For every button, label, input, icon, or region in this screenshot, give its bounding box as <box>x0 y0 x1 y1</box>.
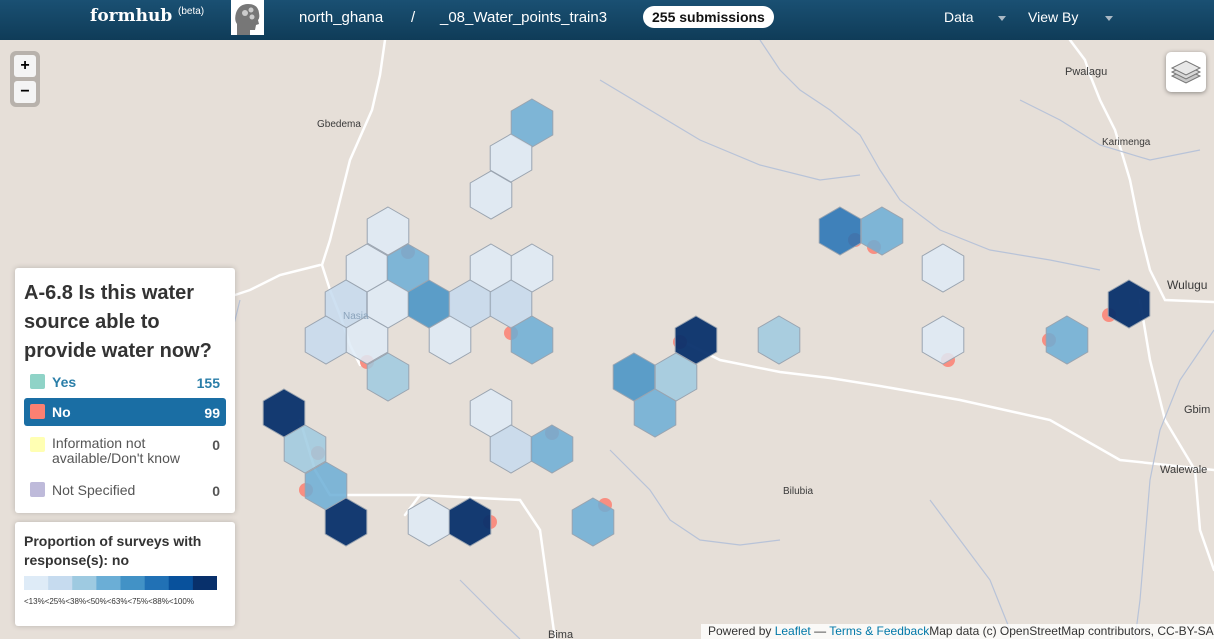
scale-label: <100% <box>168 597 194 606</box>
scale-label: <38% <box>65 597 87 606</box>
place-label: Pwalagu <box>1065 66 1108 78</box>
proportion-legend-title: Proportion of surveys with response(s): … <box>24 533 202 568</box>
chevron-down-icon <box>998 16 1006 21</box>
place-label: Karimenga <box>1102 137 1151 148</box>
legend-item-label: Not Specified <box>52 482 136 498</box>
proportion-color-bar <box>24 576 217 590</box>
beta-tag: (beta) <box>178 6 205 17</box>
attribution-text: Powered by <box>708 624 775 638</box>
legend-item-not-specified[interactable]: Not Specified 0 <box>24 480 226 500</box>
place-label: Bima <box>548 629 574 639</box>
attribution-dash: — <box>810 624 830 638</box>
zoom-out-button[interactable]: − <box>14 81 36 103</box>
place-label: Gbim <box>1184 404 1211 416</box>
legend-question-title: A-6.8 Is this water source able to provi… <box>24 282 212 362</box>
place-label: Nasia <box>343 311 369 322</box>
layers-button[interactable] <box>1166 52 1206 92</box>
legend-item-label: Information not available/Don't know <box>52 435 180 466</box>
scale-swatch <box>24 576 49 590</box>
legend-swatch <box>30 404 45 419</box>
place-label: Gbedema <box>317 119 361 130</box>
legend-item-count: 0 <box>212 483 220 499</box>
legend-item-label: No <box>52 404 71 420</box>
scale-swatch <box>168 576 194 590</box>
scale-label: <63% <box>106 597 128 606</box>
legend-item-count: 155 <box>196 375 220 391</box>
scale-swatch <box>120 576 145 590</box>
avatar-head-icon <box>231 0 264 35</box>
legend-item-count: 0 <box>212 437 220 453</box>
scale-swatch <box>96 576 121 590</box>
layers-icon <box>1170 60 1202 84</box>
map-attribution: Powered by Leaflet — Terms & FeedbackMap… <box>701 624 1214 639</box>
legend-swatch <box>30 482 45 497</box>
legend-swatch <box>30 437 45 452</box>
scale-swatch <box>72 576 97 590</box>
legend-item-unknown[interactable]: Information not available/Don't know 0 <box>24 434 226 468</box>
legend-item-count: 99 <box>204 405 220 421</box>
legend-item-yes[interactable]: Yes 155 <box>24 372 226 392</box>
legend-swatch <box>30 374 45 389</box>
top-navbar: formhub (beta) north_ghana / _08_Water_p… <box>0 0 1214 40</box>
data-menu[interactable]: Data <box>944 9 974 25</box>
place-label: Walewale <box>1160 464 1208 476</box>
scale-label: <25% <box>44 597 66 606</box>
view-by-menu[interactable]: View By <box>1028 9 1078 25</box>
scale-swatch <box>192 576 217 590</box>
terms-feedback-link[interactable]: Terms & Feedback <box>829 624 929 638</box>
scale-label: <75% <box>127 597 149 606</box>
legend-item-no[interactable]: No 99 <box>24 398 226 426</box>
scale-label: <88% <box>148 597 169 606</box>
scale-label: <50% <box>86 597 107 606</box>
brand-logo-text[interactable]: formhub <box>90 6 172 26</box>
scale-swatch <box>48 576 73 590</box>
breadcrumb-separator: / <box>411 9 416 26</box>
submissions-badge: 255 submissions <box>643 6 774 28</box>
zoom-control: + − <box>10 51 40 107</box>
legend-item-label: Yes <box>52 374 77 390</box>
proportion-legend: Proportion of surveys with response(s): … <box>15 522 235 626</box>
zoom-in-button[interactable]: + <box>14 55 36 77</box>
place-label: Wulugu <box>1167 278 1208 292</box>
scale-swatch <box>144 576 170 590</box>
user-avatar[interactable] <box>231 0 264 35</box>
leaflet-link[interactable]: Leaflet <box>775 624 811 638</box>
legend-panel: A-6.8 Is this water source able to provi… <box>15 268 235 513</box>
breadcrumb-form[interactable]: _08_Water_points_train3 <box>440 9 607 26</box>
place-label: Bilubia <box>783 486 814 497</box>
attribution-mapdata: Map data (c) OpenStreetMap contributors,… <box>929 624 1214 638</box>
breadcrumb-user[interactable]: north_ghana <box>299 9 383 26</box>
chevron-down-icon <box>1105 16 1113 21</box>
proportion-legend-labels: <13%<25%<38%<50%<63%<75%<88%<100% <box>24 597 229 606</box>
scale-label: <13% <box>24 597 45 606</box>
